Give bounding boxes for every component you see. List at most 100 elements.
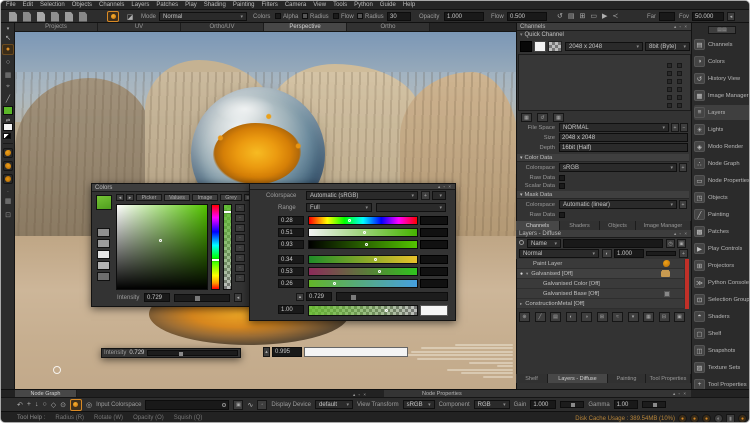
sv-picker-square[interactable] — [116, 204, 208, 290]
play-projection-icon[interactable]: ▶ — [602, 12, 607, 20]
layers-window-controls[interactable]: ▴ ▫ × — [674, 231, 688, 237]
channel-flag-9[interactable] — [667, 95, 672, 100]
transparent-swatch[interactable] — [548, 41, 562, 52]
status-memory-icon[interactable]: ◐ — [714, 414, 723, 423]
eyedropper-icon[interactable]: ◎ — [86, 401, 92, 409]
paint-tool-active-button[interactable] — [107, 11, 119, 22]
viewport-tab-projects[interactable]: Projects — [15, 23, 98, 31]
color-data-section[interactable]: ▾Color Data — [517, 154, 689, 162]
shelf-color-2[interactable] — [3, 161, 13, 171]
flow-field[interactable]: 0.500 — [507, 12, 547, 21]
channel-flag-10[interactable] — [677, 95, 682, 100]
value-slider-handle[interactable] — [351, 295, 356, 300]
marquee-tool-icon[interactable]: ⌖ — [2, 81, 14, 92]
palette-tab-modo-render[interactable]: ◈Modo Render — [694, 139, 750, 154]
val-gradient-bar[interactable] — [308, 240, 418, 249]
layer-row-paint-layer[interactable]: Paint Layer — [517, 259, 684, 269]
intensity-slider-handle[interactable] — [195, 296, 200, 301]
palette-tab-selection-groups[interactable]: ⊡Selection Groups — [694, 292, 750, 307]
bottom-tab-layers-diffuse[interactable]: Layers - Diffuse — [548, 374, 608, 383]
menu-patches[interactable]: Patches — [156, 2, 178, 8]
mask-colorspace-plus[interactable]: + — [679, 200, 687, 209]
colors-tab-picker[interactable]: Picker — [136, 194, 162, 201]
red-gradient-bar[interactable] — [308, 255, 418, 264]
background-color-swatch[interactable] — [3, 123, 13, 131]
fov-stepper[interactable]: ◂ — [727, 12, 735, 21]
palette-tab-image-manager[interactable]: ▦Image Manager — [694, 88, 750, 103]
swatch-toggle-icon[interactable]: ▫ — [257, 400, 267, 410]
curve-lut-icon[interactable]: ∿ — [247, 401, 253, 409]
open-project-icon[interactable] — [23, 12, 31, 22]
palette-tab-patches[interactable]: ▩Patches — [694, 224, 750, 239]
import-icon[interactable] — [51, 12, 59, 22]
bottom-tab-painting[interactable]: Painting — [608, 374, 646, 383]
colors-panel-header[interactable]: Colors — [92, 184, 250, 192]
uv-grid-icon[interactable]: ▦ — [2, 195, 14, 206]
frame-object-icon[interactable]: ⊡ — [2, 209, 14, 220]
channels-panel-header[interactable]: Channels▴ ▫ × — [517, 23, 691, 31]
gain-slider-handle[interactable] — [571, 403, 575, 407]
circle-select-icon[interactable]: ○ — [42, 401, 46, 408]
dock-tab-objects[interactable]: Objects — [600, 221, 636, 230]
menu-selection[interactable]: Selection — [40, 2, 65, 8]
file-space-dropdown[interactable]: NORMAL — [559, 123, 669, 132]
colors-tab-image[interactable]: Image — [192, 194, 218, 201]
file-space-plus-button[interactable]: + — [671, 123, 679, 132]
menu-shading[interactable]: Shading — [204, 2, 226, 8]
export-icon[interactable] — [65, 12, 73, 22]
channel-mini-button-4[interactable]: · — [235, 234, 245, 242]
viewport-tab-uv[interactable]: UV — [98, 23, 181, 31]
action-adjustment-icon[interactable]: ◐ — [566, 312, 577, 322]
flow-toggle-checkbox[interactable] — [333, 13, 339, 19]
menu-help[interactable]: Help — [403, 2, 415, 8]
opacity-field[interactable]: 1.000 — [444, 12, 484, 21]
blur-tool-icon[interactable]: ○ — [2, 57, 14, 68]
display-device-dropdown[interactable]: default — [315, 400, 353, 409]
layer-opacity-track[interactable] — [646, 251, 676, 256]
menu-tools[interactable]: Tools — [333, 2, 347, 8]
floating-intensity-track[interactable] — [147, 350, 238, 356]
menu-objects[interactable]: Objects — [72, 2, 92, 8]
action-add-layer-icon[interactable]: ⊕ — [519, 312, 530, 322]
value-slider-track[interactable] — [336, 292, 448, 301]
value-slider-field[interactable]: 0.729 — [306, 292, 332, 301]
layer-opacity-field[interactable]: 1.000 — [614, 249, 644, 258]
radius-field-checkbox[interactable] — [357, 13, 363, 19]
status-cache-icon-2[interactable]: ● — [690, 414, 699, 423]
blend-mode-dropdown[interactable]: Normal — [519, 249, 599, 258]
status-cache-icon-3[interactable]: ● — [702, 414, 711, 423]
mode-dropdown[interactable]: Normal — [159, 12, 247, 21]
status-cache-icon-1[interactable]: ● — [678, 414, 687, 423]
add-channel-icon[interactable]: ▦ — [521, 113, 532, 122]
colors-tab-grey[interactable]: Grey — [220, 194, 242, 201]
channel-size-dropdown[interactable]: 2048 x 2048 — [565, 42, 643, 51]
channel-mini-button-6[interactable]: · — [235, 254, 245, 262]
layer-row-constructionmetal[interactable]: ▸ConstructionMetal [Off] — [517, 299, 684, 309]
action-duplicate-icon[interactable]: ▦ — [643, 312, 654, 322]
menu-layers[interactable]: Layers — [131, 2, 149, 8]
radius-toggle-checkbox[interactable] — [302, 13, 308, 19]
palette-tab-python-console[interactable]: ≫Python Console — [694, 275, 750, 290]
channel-flag-7[interactable] — [667, 87, 672, 92]
palette-tab-play-controls[interactable]: ▶Play Controls — [694, 241, 750, 256]
colorspace-extra-dropdown[interactable] — [432, 191, 446, 200]
hue-gradient-bar[interactable] — [308, 216, 418, 225]
palette-tab-layers[interactable]: ≡Layers — [694, 105, 750, 120]
brush-active-button[interactable] — [70, 399, 82, 411]
menu-guide[interactable]: Guide — [380, 2, 396, 8]
channel-mini-button-2[interactable]: · — [235, 214, 245, 222]
color-manage-toggle-icon[interactable]: ▣ — [233, 400, 243, 410]
gray-swatch-3[interactable] — [97, 250, 110, 259]
mask-data-section[interactable]: ▾Mask Data — [517, 191, 689, 199]
value-slider-stepper[interactable]: ▴ — [296, 293, 304, 301]
menu-edit[interactable]: Edit — [23, 2, 33, 8]
mask-raw-data-checkbox[interactable] — [559, 212, 565, 218]
values-window-controls[interactable]: ▴ ▫ × — [438, 184, 452, 190]
viewport-tab-ortho-uv[interactable]: Ortho/UV — [181, 23, 264, 31]
dock-tab-shaders[interactable]: Shaders — [560, 221, 600, 230]
quick-channel-label[interactable]: Quick Channel — [525, 32, 564, 38]
action-channel-layer-icon[interactable]: ▤ — [550, 312, 561, 322]
fov-field[interactable]: 50.000 — [692, 12, 724, 21]
channel-flag-2[interactable] — [677, 63, 682, 68]
shelf-color-1[interactable] — [3, 148, 13, 158]
